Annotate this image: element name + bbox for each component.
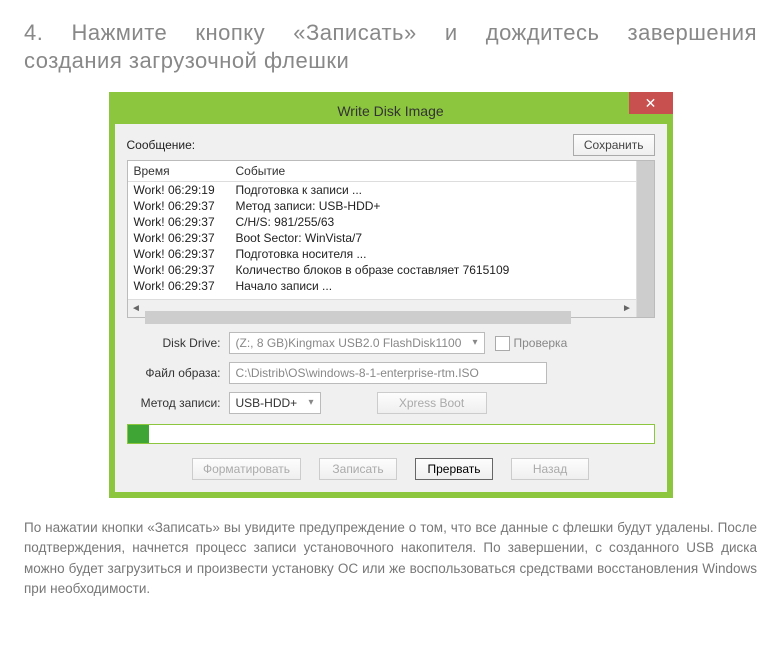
hscroll-thumb[interactable] [145, 311, 572, 324]
close-icon: ✕ [645, 95, 657, 112]
log-event: Метод записи: USB-HDD+ [236, 199, 630, 213]
log-row: Work! 06:29:37 Начало записи ... [128, 278, 636, 294]
col-event-header[interactable]: Событие [236, 164, 630, 178]
file-image-label: Файл образа: [127, 366, 229, 380]
message-label: Сообщение: [127, 138, 196, 152]
write-button[interactable]: Записать [319, 458, 397, 480]
scroll-left-icon[interactable]: ◄ [128, 300, 145, 317]
horizontal-scrollbar[interactable]: ◄ ► [128, 299, 636, 317]
log-event: C/H/S: 981/255/63 [236, 215, 630, 229]
vertical-scrollbar[interactable] [636, 161, 654, 317]
write-method-select[interactable]: USB-HDD+ ▾ [229, 392, 321, 414]
log-row: Work! 06:29:37 Метод записи: USB-HDD+ [128, 198, 636, 214]
verify-label: Проверка [514, 336, 568, 350]
close-button[interactable]: ✕ [629, 92, 673, 114]
log-row: Work! 06:29:37 Количество блоков в образ… [128, 262, 636, 278]
abort-button[interactable]: Прервать [415, 458, 493, 480]
format-button[interactable]: Форматировать [192, 458, 301, 480]
disk-drive-select[interactable]: (Z:, 8 GB)Kingmax USB2.0 FlashDisk1100 ▾ [229, 332, 485, 354]
page-heading-line1: 4. Нажмите кнопку «Записать» и дождитесь… [24, 20, 757, 46]
save-button[interactable]: Сохранить [573, 134, 655, 156]
method-value: USB-HDD+ [236, 396, 298, 410]
back-button[interactable]: Назад [511, 458, 589, 480]
log-event: Количество блоков в образе составляет 76… [236, 263, 630, 277]
log-row: Work! 06:29:19 Подготовка к записи ... [128, 182, 636, 198]
file-image-input[interactable]: C:\Distrib\OS\windows-8-1-enterprise-rtm… [229, 362, 547, 384]
write-disk-image-dialog: Write Disk Image ✕ Сообщение: Сохранить … [109, 92, 673, 498]
log-time: Work! 06:29:37 [134, 263, 236, 277]
log-time: Work! 06:29:37 [134, 231, 236, 245]
log-time: Work! 06:29:37 [134, 215, 236, 229]
chevron-down-icon: ▾ [472, 337, 477, 348]
footer-paragraph: По нажатии кнопки «Записать» вы увидите … [24, 518, 757, 599]
log-event: Подготовка к записи ... [236, 183, 630, 197]
log-time: Work! 06:29:37 [134, 279, 236, 293]
log-body: Work! 06:29:19 Подготовка к записи ... W… [128, 182, 636, 299]
window-title: Write Disk Image [115, 103, 667, 119]
log-event: Начало записи ... [236, 279, 630, 293]
log-event: Boot Sector: WinVista/7 [236, 231, 630, 245]
chevron-down-icon: ▾ [308, 397, 313, 408]
titlebar: Write Disk Image ✕ [115, 98, 667, 124]
log-row: Work! 06:29:37 Подготовка носителя ... [128, 246, 636, 262]
log-row: Work! 06:29:37 Boot Sector: WinVista/7 [128, 230, 636, 246]
page-heading-line2: создания загрузочной флешки [24, 48, 757, 74]
progress-bar [127, 424, 655, 444]
method-label: Метод записи: [127, 396, 229, 410]
log-row: Work! 06:29:37 C/H/S: 981/255/63 [128, 214, 636, 230]
scroll-right-icon[interactable]: ► [619, 300, 636, 317]
col-time-header[interactable]: Время [134, 164, 236, 178]
log-time: Work! 06:29:37 [134, 247, 236, 261]
log-event: Подготовка носителя ... [236, 247, 630, 261]
log-panel: Время Событие Work! 06:29:19 Подготовка … [127, 160, 655, 318]
log-time: Work! 06:29:19 [134, 183, 236, 197]
vscroll-thumb[interactable] [637, 161, 654, 317]
log-time: Work! 06:29:37 [134, 199, 236, 213]
progress-fill [128, 425, 149, 443]
verify-checkbox[interactable] [495, 336, 510, 351]
disk-drive-value: (Z:, 8 GB)Kingmax USB2.0 FlashDisk1100 [236, 336, 462, 350]
disk-drive-label: Disk Drive: [127, 336, 229, 350]
xpress-boot-button[interactable]: Xpress Boot [377, 392, 487, 414]
file-image-value: C:\Distrib\OS\windows-8-1-enterprise-rtm… [236, 366, 479, 380]
